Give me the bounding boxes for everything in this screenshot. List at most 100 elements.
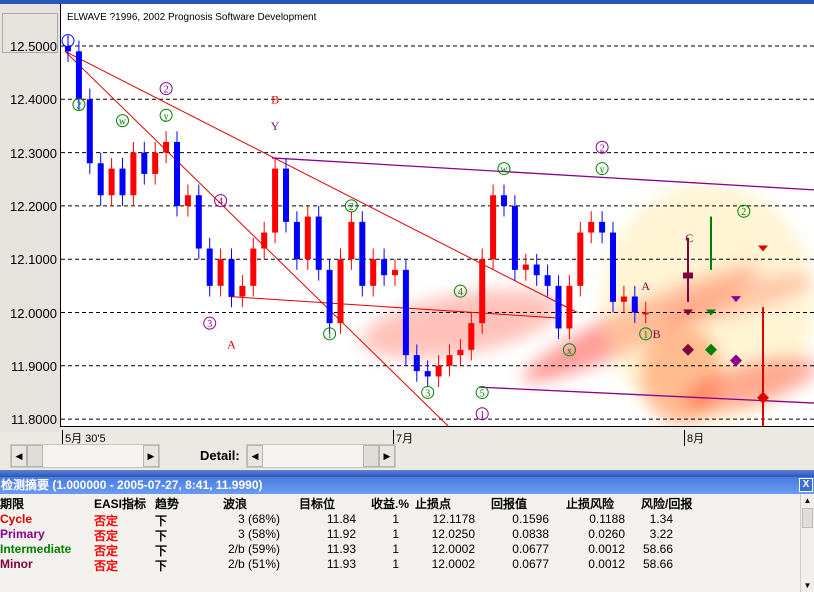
panel-scrollbar[interactable]: ▲ ▼ — [800, 494, 814, 592]
summary-panel-title: 检测摘要 (1.000000 - 2005-07-27, 8:41, 11.99… — [0, 477, 814, 494]
price-label: 11.8000 — [10, 412, 57, 428]
candle-body — [272, 168, 279, 233]
column-header[interactable]: 回报值 — [491, 495, 527, 512]
wave-label: 1 — [643, 330, 648, 341]
cell-ratio: 58.66 — [642, 542, 673, 556]
column-header[interactable]: 止损点 — [415, 495, 451, 512]
column-header[interactable]: 收益.% — [371, 495, 409, 512]
wave-label: 2 — [76, 101, 81, 112]
detail-thumb[interactable] — [363, 445, 379, 467]
candle-body — [381, 259, 388, 276]
candle-body — [75, 51, 82, 100]
wave-label: 2 — [349, 202, 354, 213]
scroll-right-button[interactable]: ▶ — [143, 445, 159, 467]
price-axis: 12.5000 12.4000 12.3000 12.2000 12.1000 12.00… — [0, 4, 60, 432]
price-label: 12.4000 — [10, 92, 57, 108]
candle-body — [239, 285, 246, 297]
candle-body — [446, 355, 453, 366]
date-label: 8月 — [684, 430, 704, 446]
cell-ratio: 1.34 — [649, 512, 673, 526]
candle-body — [501, 195, 507, 206]
scroll-up-icon[interactable]: ▲ — [801, 496, 814, 505]
price-chart[interactable]: I2w2yBY43A124531wx2yA1BC2 ELWAVE ?1996, … — [60, 4, 814, 428]
column-header[interactable]: 目标位 — [299, 495, 335, 512]
candle-body — [402, 269, 409, 356]
cell-gain: 1 — [392, 527, 399, 541]
wave-label: Y — [271, 119, 280, 133]
price-label: 12.2000 — [10, 198, 57, 214]
candle-body — [544, 275, 551, 286]
candle-body — [86, 99, 93, 164]
column-header[interactable]: 趋势 — [155, 495, 179, 512]
candle-body — [511, 205, 518, 270]
column-header[interactable]: 风险/回报 — [641, 495, 692, 512]
candle-body — [97, 163, 104, 196]
candle-body — [206, 248, 213, 286]
candle-body — [174, 141, 180, 206]
splitter[interactable] — [0, 470, 814, 477]
wave-label: 1 — [480, 410, 485, 421]
chart-scrollbar[interactable]: ◀ ▶ — [10, 444, 160, 468]
detail-right-button[interactable]: ▶ — [379, 445, 395, 467]
candle-body — [130, 152, 137, 196]
cell-degree: Primary — [0, 527, 45, 541]
wave-label: x — [567, 346, 572, 357]
panel-scroll-thumb[interactable] — [802, 508, 813, 528]
column-header[interactable]: 波浪 — [223, 495, 247, 512]
candle-body — [293, 221, 300, 260]
candle-body — [620, 296, 627, 302]
candle-body — [457, 349, 464, 356]
column-header[interactable]: 止损风险 — [566, 495, 614, 512]
candle-body — [413, 355, 420, 372]
cell-degree: Cycle — [0, 512, 33, 526]
candle-body — [631, 296, 638, 313]
candle-body — [533, 264, 540, 276]
cell-target: 11.92 — [326, 527, 356, 541]
scroll-down-icon[interactable]: ▼ — [801, 581, 814, 590]
cell-wave: 3 (58%) — [237, 527, 280, 541]
scroll-thumb[interactable] — [27, 445, 43, 467]
cell-target: 11.93 — [326, 557, 356, 571]
candle-body — [152, 152, 159, 174]
cell-wave: 3 (68%) — [237, 512, 280, 526]
cell-gain: 1 — [392, 557, 399, 571]
cell-ratio: 3.22 — [649, 527, 673, 541]
wave-label: w — [500, 165, 508, 176]
wave-label: 2 — [600, 143, 605, 154]
close-icon[interactable]: X — [799, 478, 813, 492]
cell-target: 11.93 — [326, 542, 356, 556]
candle-body — [119, 168, 126, 196]
column-header[interactable]: 期限 — [0, 495, 24, 512]
scroll-left-button[interactable]: ◀ — [11, 445, 27, 467]
candle-body — [555, 285, 562, 329]
cell-reward: 0.1596 — [512, 512, 549, 526]
diamond-marker — [757, 391, 769, 404]
cell-stop: 12.1178 — [432, 512, 476, 526]
channel-line — [64, 50, 578, 313]
column-header[interactable]: EASI指标 — [94, 495, 146, 512]
diamond-marker — [682, 343, 694, 356]
wave-label: 3 — [425, 388, 430, 399]
channel-line — [228, 296, 556, 319]
wave-label: 1 — [327, 330, 332, 341]
wave-label: 2 — [741, 207, 746, 218]
cell-risk: 0.0012 — [588, 557, 625, 571]
cell-reward: 0.0677 — [512, 542, 549, 556]
cell-target: 11.84 — [326, 512, 356, 526]
candle-body — [610, 232, 616, 302]
candle-body — [228, 259, 235, 297]
detail-scrollbar[interactable]: ◀ ▶ — [246, 444, 396, 468]
wave-label: 3 — [207, 319, 212, 330]
cell-reward: 0.0677 — [512, 557, 549, 571]
price-label: 11.9000 — [10, 358, 57, 374]
candle-body — [424, 371, 431, 377]
detail-left-button[interactable]: ◀ — [247, 445, 263, 467]
candle-body — [337, 259, 344, 324]
date-axis: 5月 30'5 7月 8月 — [60, 426, 814, 446]
triangle-marker — [731, 296, 741, 303]
cell-gain: 1 — [392, 512, 399, 526]
candle-body — [163, 141, 170, 153]
candle-body — [141, 152, 148, 174]
summary-title-text: 检测摘要 (1.000000 - 2005-07-27, 8:41, 11.99… — [1, 478, 263, 492]
triangle-marker — [758, 245, 768, 252]
